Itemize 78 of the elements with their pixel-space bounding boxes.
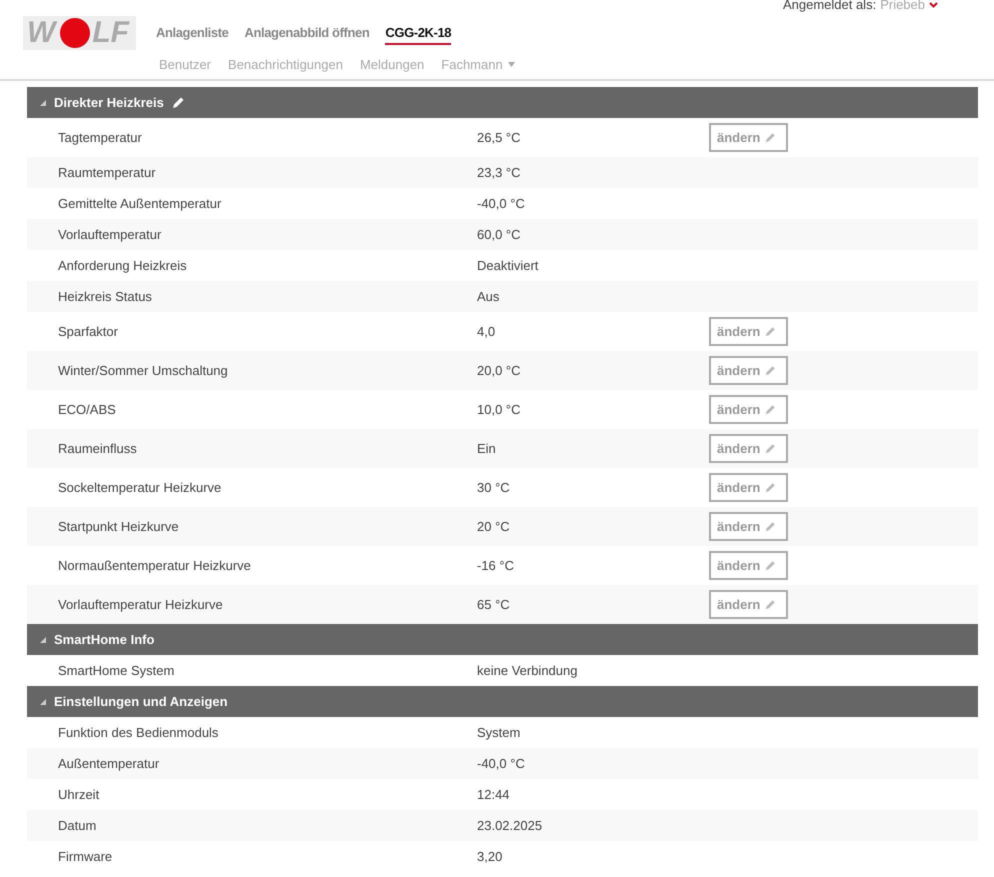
row-label: Sparfaktor <box>57 324 119 339</box>
change-button[interactable]: ändern <box>709 473 788 502</box>
row-label: Gemittelte Außentemperatur <box>57 196 222 211</box>
row-value: System <box>477 725 522 740</box>
row-value: 26,5 °C <box>477 130 522 145</box>
logo: W LF <box>23 16 136 50</box>
pencil-icon <box>765 560 776 571</box>
row-label: Firmware <box>57 849 114 864</box>
pencil-icon <box>765 132 776 143</box>
row-label: Vorlauftemperatur <box>57 227 162 242</box>
row-label: SmartHome System <box>57 663 176 678</box>
row-label: Sockeltemperatur Heizkurve <box>57 480 222 495</box>
collapse-triangle-icon <box>40 698 46 704</box>
row-label: ECO/ABS <box>57 402 117 417</box>
nav-tab[interactable]: Anlagenliste <box>156 25 228 45</box>
row-value: 65 °C <box>477 597 511 612</box>
row-label: Außentemperatur <box>57 756 160 771</box>
row-value: keine Verbindung <box>477 663 578 678</box>
row-value: -40,0 °C <box>477 196 526 211</box>
section-header[interactable]: SmartHome Info <box>27 624 978 655</box>
row-value: Deaktiviert <box>477 258 540 273</box>
section-title: SmartHome Info <box>54 632 154 647</box>
subnav-link[interactable]: Benachrichtigungen <box>228 57 343 72</box>
collapse-triangle-icon <box>40 100 46 106</box>
row-value: Ein <box>477 441 497 456</box>
pencil-icon <box>765 404 776 415</box>
change-button[interactable]: ändern <box>709 317 788 346</box>
pencil-icon <box>765 521 776 532</box>
change-button[interactable]: ändern <box>709 123 788 152</box>
change-button[interactable]: ändern <box>709 512 788 541</box>
section-header[interactable]: Direkter Heizkreis <box>27 87 978 118</box>
section-title: Direkter Heizkreis <box>54 95 164 110</box>
change-button[interactable]: ändern <box>709 590 788 619</box>
row-value: 12:44 <box>477 787 511 802</box>
change-button[interactable]: ändern <box>709 551 788 580</box>
row-value: 20,0 °C <box>477 363 522 378</box>
row-value: 23.02.2025 <box>477 818 544 833</box>
row-value: -16 °C <box>477 558 515 573</box>
chevron-icon <box>929 2 938 8</box>
row-label: Normaußentemperatur Heizkurve <box>57 558 252 573</box>
pencil-icon <box>765 326 776 337</box>
row-label: Winter/Sommer Umschaltung <box>57 363 229 378</box>
row-label: Heizkreis Status <box>57 289 153 304</box>
row-value: 3,20 <box>477 849 504 864</box>
row-value: 4,0 <box>477 324 496 339</box>
collapse-triangle-icon <box>40 636 46 642</box>
pencil-icon[interactable] <box>172 96 185 109</box>
change-button[interactable]: ändern <box>709 395 788 424</box>
row-value: -40,0 °C <box>477 756 526 771</box>
row-value: 10,0 °C <box>477 402 522 417</box>
section-title: Einstellungen und Anzeigen <box>54 694 228 709</box>
row-value: 23,3 °C <box>477 165 522 180</box>
pencil-icon <box>765 482 776 493</box>
pencil-icon <box>765 443 776 454</box>
row-label: Startpunkt Heizkurve <box>57 519 180 534</box>
change-button[interactable]: ändern <box>709 434 788 463</box>
row-label: Anforderung Heizkreis <box>57 258 188 273</box>
row-value: 60,0 °C <box>477 227 522 242</box>
change-button[interactable]: ändern <box>709 356 788 385</box>
pencil-icon <box>765 599 776 610</box>
subnav-link[interactable]: Fachmann <box>441 57 515 72</box>
row-label: Uhrzeit <box>57 787 100 802</box>
row-label: Raumtemperatur <box>57 165 157 180</box>
subnav-link[interactable]: Meldungen <box>360 57 424 72</box>
section-header[interactable]: Einstellungen und Anzeigen <box>27 686 978 717</box>
row-label: Tagtemperatur <box>57 130 143 145</box>
row-value: 30 °C <box>477 480 511 495</box>
subnav-link[interactable]: Benutzer <box>158 57 212 72</box>
row-label: Datum <box>57 818 98 833</box>
nav-tab[interactable]: Anlagenabbild öffnen <box>244 25 370 45</box>
row-label: Funktion des Bedienmoduls <box>57 725 220 740</box>
row-value: 20 °C <box>477 519 511 534</box>
nav-tab[interactable]: CGG-2K-18 <box>385 25 452 45</box>
caret-icon <box>508 62 515 67</box>
row-label: Raumeinfluss <box>57 441 138 456</box>
row-value: Aus <box>477 289 500 304</box>
pencil-icon <box>765 365 776 376</box>
row-label: Vorlauftemperatur Heizkurve <box>57 597 224 612</box>
